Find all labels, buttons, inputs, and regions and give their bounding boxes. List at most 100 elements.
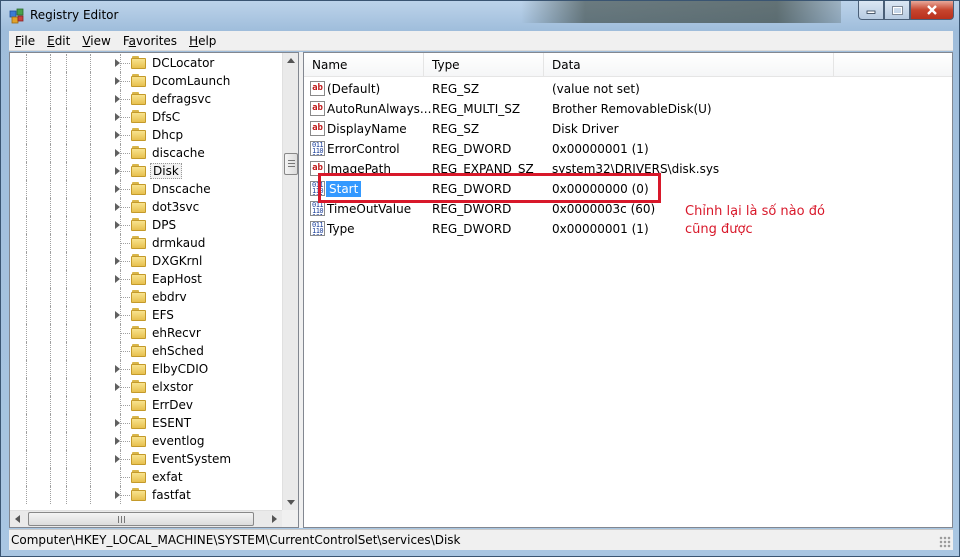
tree-guide-line [50, 54, 51, 72]
tree-item-eventsystem[interactable]: EventSystem [10, 450, 282, 468]
tree-guide-line [66, 450, 67, 468]
tree-item-label: defragsvc [152, 92, 212, 106]
tree-item-fastfat[interactable]: fastfat [10, 486, 282, 504]
tree-item-elbycdio[interactable]: ElbyCDIO [10, 360, 282, 378]
tree-guide-line [26, 72, 27, 90]
tree-guide-line [26, 432, 27, 450]
window-controls [858, 1, 954, 21]
value-name: Type [327, 222, 355, 236]
tree-item-dclocator[interactable]: DCLocator [10, 54, 282, 72]
tree-horizontal-scroll-thumb[interactable] [28, 512, 254, 526]
scroll-down-icon[interactable] [287, 500, 295, 505]
tree-vertical-scroll-thumb[interactable] [284, 153, 298, 175]
tree-item-dnscache[interactable]: Dnscache [10, 180, 282, 198]
value-row-default[interactable]: ab (Default) REG_SZ (value not set) [304, 79, 952, 99]
tree-item-ebdrv[interactable]: ebdrv [10, 288, 282, 306]
tree-guide-line [90, 288, 91, 306]
tree-branch-line [120, 99, 130, 100]
tree-item-label: eventlog [152, 434, 205, 448]
folder-icon [131, 452, 147, 466]
folder-icon [131, 272, 147, 286]
tree-item-dfsc[interactable]: DfsC [10, 108, 282, 126]
tree-branch-line [120, 153, 130, 154]
tree-guide-line [90, 270, 91, 288]
menu-view[interactable]: View [76, 34, 116, 48]
value-name: ErrorControl [327, 142, 400, 156]
value-row-autorunalways[interactable]: ab AutoRunAlways... REG_MULTI_SZ Brother Re… [304, 99, 952, 119]
tree-branch-line [120, 351, 130, 352]
close-icon [927, 5, 937, 15]
tree-guide-line [90, 180, 91, 198]
string-value-icon: ab [310, 81, 325, 96]
tree-vertical-scrollbar[interactable] [282, 53, 298, 510]
value-row-errorcontrol[interactable]: 011110101ErrorControl REG_DWORD 0x00000001… [304, 139, 952, 159]
tree-guide-line [66, 342, 67, 360]
tree-item-esent[interactable]: ESENT [10, 414, 282, 432]
folder-icon [131, 200, 147, 214]
value-data: 0x00000001 (1) [552, 222, 649, 236]
tree-item-label: ehSched [152, 344, 204, 358]
folder-icon [131, 380, 147, 394]
tree-guide-line [90, 234, 91, 252]
minimize-button[interactable] [858, 1, 884, 20]
tree-branch-line [120, 333, 130, 334]
scroll-up-icon[interactable] [287, 58, 295, 63]
menu-file[interactable]: File [9, 34, 41, 48]
tree-guide-line [66, 216, 67, 234]
tree-guide-line [66, 486, 67, 504]
grip-line [118, 516, 119, 523]
tree-item-drmkaud[interactable]: drmkaud [10, 234, 282, 252]
column-header-type[interactable]: Type [424, 53, 544, 77]
value-data: (value not set) [552, 82, 640, 96]
tree-item-dot3svc[interactable]: dot3svc [10, 198, 282, 216]
maximize-button[interactable] [884, 1, 910, 20]
tree-guide-line [66, 72, 67, 90]
highlight-box [318, 173, 661, 203]
folder-icon [131, 146, 147, 160]
column-header-data[interactable]: Data [544, 53, 834, 77]
tree-item-efs[interactable]: EFS [10, 306, 282, 324]
folder-icon [131, 182, 147, 196]
tree-item-exfat[interactable]: exfat [10, 468, 282, 486]
tree-item-dhcp[interactable]: Dhcp [10, 126, 282, 144]
tree-item-ehrecvr[interactable]: ehRecvr [10, 324, 282, 342]
tree-item-disk[interactable]: Disk [10, 162, 282, 180]
tree-guide-line [90, 198, 91, 216]
tree-guide-line [26, 486, 27, 504]
tree-guide-line [66, 414, 67, 432]
title-bar[interactable]: Registry Editor [1, 1, 959, 31]
tree-item-label: fastfat [152, 488, 191, 502]
tree-horizontal-scrollbar[interactable] [10, 510, 282, 527]
tree-item-dxgkrnl[interactable]: DXGKrnl [10, 252, 282, 270]
tree-item-eaphost[interactable]: EapHost [10, 270, 282, 288]
menu-help[interactable]: Help [183, 34, 222, 48]
tree-item-label: EFS [152, 308, 174, 322]
tree-item-ehsched[interactable]: ehSched [10, 342, 282, 360]
tree-guide-line [66, 198, 67, 216]
tree-item-elxstor[interactable]: elxstor [10, 378, 282, 396]
menu-favorites[interactable]: Favorites [117, 34, 183, 48]
tree-item-discache[interactable]: discache [10, 144, 282, 162]
key-tree-pane[interactable]: DCLocator DcomLaunch defragsvc DfsC Dhcp disc… [9, 52, 299, 528]
grip-line [121, 516, 122, 523]
tree-item-dcomlaunch[interactable]: DcomLaunch [10, 72, 282, 90]
tree-item-defragsvc[interactable]: defragsvc [10, 90, 282, 108]
value-row-displayname[interactable]: ab DisplayName REG_SZ Disk Driver [304, 119, 952, 139]
tree-item-eventlog[interactable]: eventlog [10, 432, 282, 450]
tree-guide-line [26, 126, 27, 144]
tree-item-errdev[interactable]: ErrDev [10, 396, 282, 414]
close-button[interactable] [910, 1, 954, 20]
minimize-icon [866, 10, 876, 14]
tree-guide-line [50, 378, 51, 396]
tree-guide-line [66, 396, 67, 414]
values-list-pane[interactable]: Name Type Data ab (Default) REG_SZ (value n… [303, 52, 953, 528]
scroll-right-icon[interactable] [272, 515, 277, 523]
column-header-name[interactable]: Name [304, 53, 424, 77]
menu-edit[interactable]: Edit [41, 34, 76, 48]
resize-grip-icon[interactable] [939, 536, 951, 548]
scroll-left-icon[interactable] [15, 515, 20, 523]
tree-guide-line [90, 432, 91, 450]
value-row-type[interactable]: 011110101Type REG_DWORD 0x00000001 (1) [304, 219, 952, 239]
tree-item-dps[interactable]: DPS [10, 216, 282, 234]
tree-guide-line [66, 324, 67, 342]
